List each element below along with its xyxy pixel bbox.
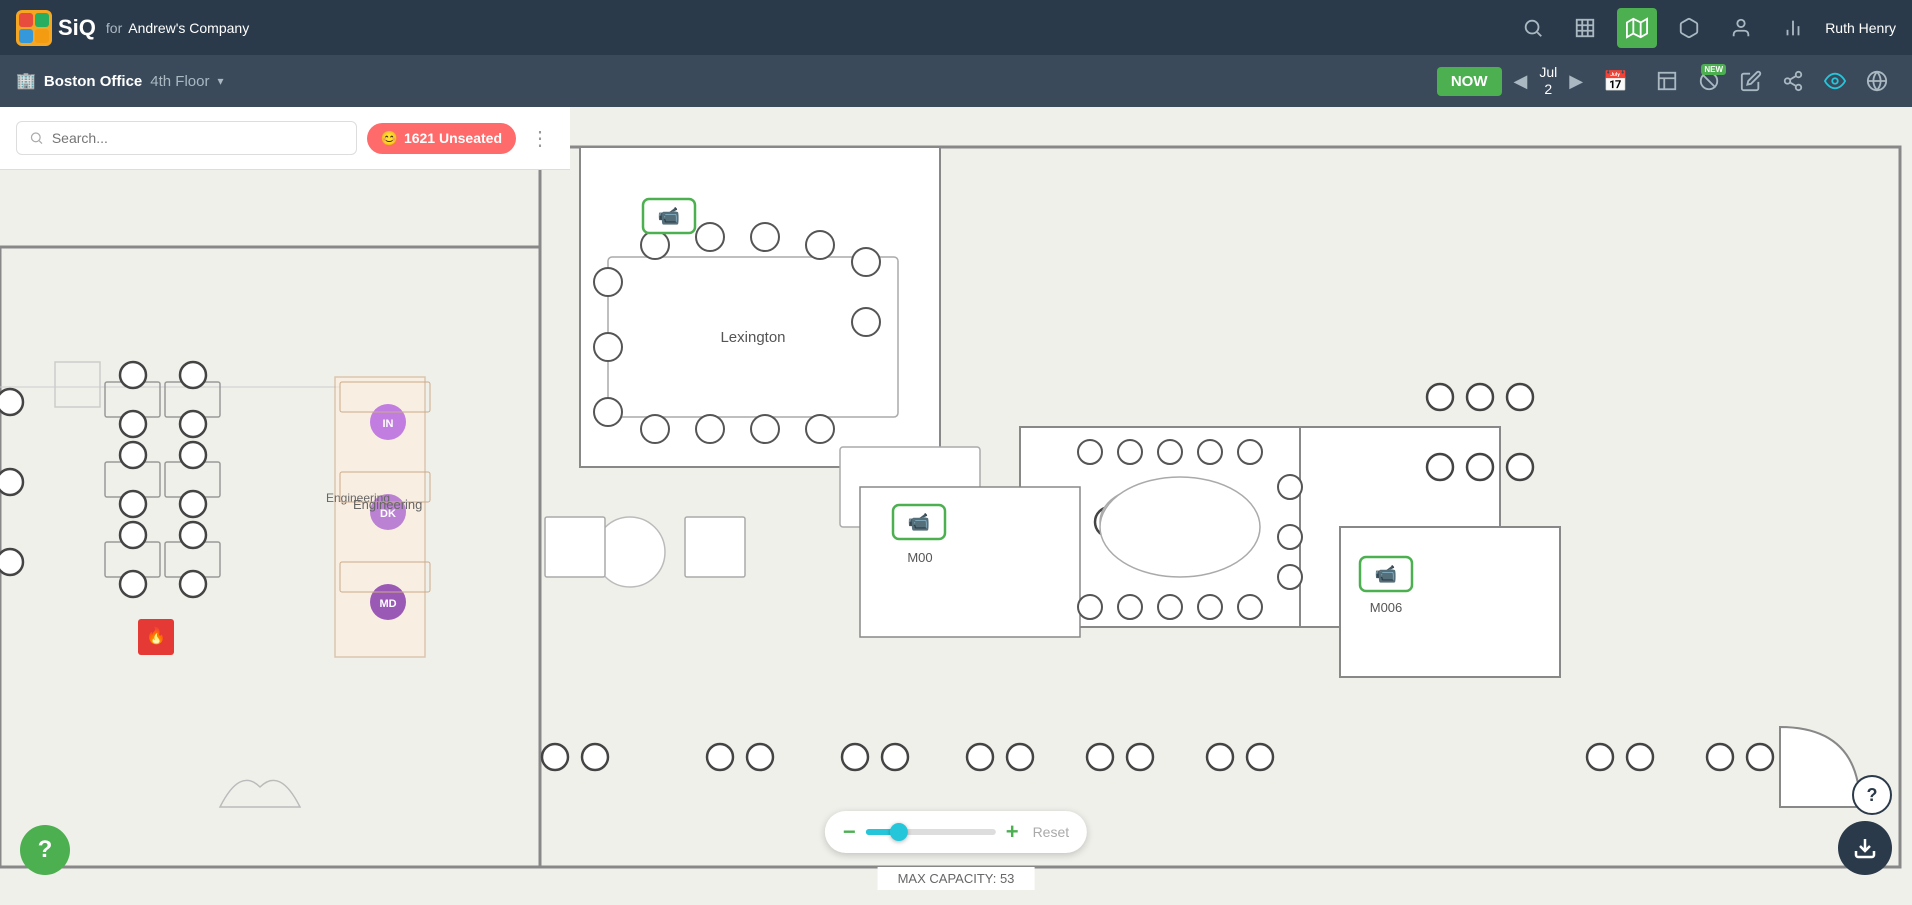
nav-chart-btn[interactable] — [1773, 8, 1813, 48]
search-input-wrap[interactable] — [16, 121, 357, 155]
search-icon — [29, 130, 44, 146]
nav-map-btn[interactable] — [1617, 8, 1657, 48]
now-button[interactable]: NOW — [1437, 67, 1502, 96]
zoom-slider-thumb[interactable] — [890, 823, 908, 841]
prev-date-btn[interactable]: ◀ — [1506, 67, 1536, 96]
svg-text:M00: M00 — [907, 550, 932, 565]
max-capacity: MAX CAPACITY: 53 — [878, 867, 1035, 890]
emoji-icon: 😊 — [381, 130, 398, 147]
app-name: SiQ — [58, 15, 96, 41]
zoom-minus-btn[interactable]: − — [843, 819, 856, 845]
company-name: Andrew's Company — [128, 20, 249, 36]
svg-text:M006: M006 — [1370, 600, 1403, 615]
date-navigation: NOW ◀ Jul 2 ▶ 📅 — [1437, 64, 1636, 98]
svg-text:🔥: 🔥 — [146, 626, 166, 645]
top-navigation: SiQ for Andrew's Company Ruth Henry — [0, 0, 1912, 55]
logo-icon — [16, 10, 52, 46]
floor-plan-svg: 🔥 📹 Lexington � — [0, 107, 1912, 905]
next-date-btn[interactable]: ▶ — [1561, 67, 1591, 96]
floor-name: 4th Floor — [150, 73, 209, 90]
second-toolbar: 🏢 Boston Office 4th Floor ▾ NOW ◀ Jul 2 … — [0, 55, 1912, 107]
eye-icon-btn[interactable] — [1816, 62, 1854, 100]
svg-text:IN: IN — [383, 418, 394, 430]
floor-plan[interactable]: 🔥 📹 Lexington � — [0, 107, 1912, 905]
unseated-count: 1621 Unseated — [404, 130, 502, 146]
360-icon-btn[interactable]: NEW — [1690, 62, 1728, 100]
reset-btn[interactable]: Reset — [1033, 824, 1070, 840]
date-day: 2 — [1539, 81, 1557, 98]
svg-text:MD: MD — [379, 598, 396, 610]
download-icon — [1853, 836, 1877, 860]
search-input[interactable] — [52, 130, 344, 146]
calendar-icon[interactable]: 📅 — [1595, 65, 1636, 98]
new-badge: NEW — [1701, 64, 1726, 75]
nav-building-btn[interactable] — [1565, 8, 1605, 48]
nav-search-btn[interactable] — [1513, 8, 1553, 48]
question-icon: ? — [1867, 785, 1878, 806]
nav-box-btn[interactable] — [1669, 8, 1709, 48]
svg-text:📹: 📹 — [1375, 564, 1397, 584]
more-options-btn[interactable]: ⋮ — [526, 122, 554, 155]
office-name: Boston Office — [44, 73, 142, 90]
building-small-icon: 🏢 — [16, 71, 36, 91]
toolbar-right-icons: NEW — [1648, 62, 1896, 100]
zoom-plus-btn[interactable]: + — [1006, 819, 1019, 845]
logo[interactable]: SiQ for Andrew's Company — [16, 10, 249, 46]
svg-text:Lexington: Lexington — [720, 329, 785, 346]
help-button[interactable]: ? — [20, 825, 70, 875]
download-button[interactable] — [1838, 821, 1892, 875]
zoom-control: − + Reset — [825, 811, 1087, 853]
nav-person-btn[interactable] — [1721, 8, 1761, 48]
svg-text:📹: 📹 — [908, 512, 930, 532]
date-display: Jul 2 — [1539, 64, 1557, 98]
svg-text:Engineering: Engineering — [326, 491, 390, 505]
edit-icon-btn[interactable] — [1732, 62, 1770, 100]
office-dropdown-arrow[interactable]: ▾ — [217, 74, 223, 88]
logo-for-text: for — [106, 20, 122, 36]
search-area: 😊 1621 Unseated ⋮ — [0, 107, 570, 170]
date-month: Jul — [1539, 64, 1557, 81]
help-icon: ? — [38, 836, 53, 864]
globe-icon-btn[interactable] — [1858, 62, 1896, 100]
user-name[interactable]: Ruth Henry — [1825, 20, 1896, 36]
unseated-badge[interactable]: 😊 1621 Unseated — [367, 123, 517, 154]
share-icon-btn[interactable] — [1774, 62, 1812, 100]
zoom-slider[interactable] — [866, 829, 996, 835]
floor-plan-icon-btn[interactable] — [1648, 62, 1686, 100]
svg-text:📹: 📹 — [658, 206, 680, 226]
office-selector[interactable]: 🏢 Boston Office 4th Floor ▾ — [16, 71, 224, 91]
help-circle-btn[interactable]: ? — [1852, 775, 1892, 815]
svg-text:DK: DK — [380, 508, 396, 520]
